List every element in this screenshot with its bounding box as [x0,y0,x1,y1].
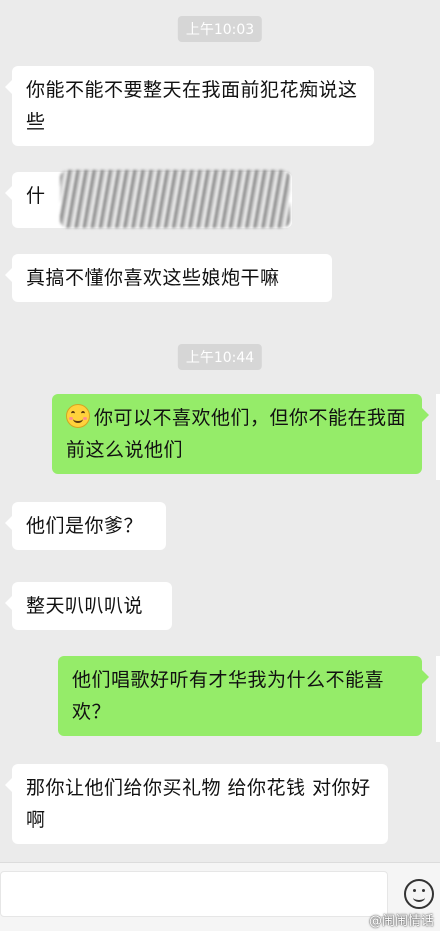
message-text: 他们唱歌好听有才华我为什么不能喜欢？ [72,669,385,723]
message-text: 他们是你爹？ [26,515,144,537]
chat-area[interactable]: 上午10:03 你能不能不要整天在我面前犯花痴说这些 什 真搞不懂你喜欢这些娘炮… [0,0,440,930]
emoji-face-icon[interactable] [404,879,434,909]
message-text: 你可以不喜欢他们，但你不能在我面前这么说他们 [66,407,407,461]
avatar-edge [436,656,440,742]
message-text: 什 [26,185,46,207]
smiley-blush-icon [66,404,90,428]
avatar-edge [436,394,440,480]
message-input[interactable] [0,871,388,917]
message-bubble-incoming[interactable]: 他们是你爹？ [5,502,166,550]
timestamp: 上午10:44 [177,344,263,370]
timestamp: 上午10:03 [177,16,263,42]
message-bubble-incoming[interactable]: 那你让他们给你买礼物 给你花钱 对你好啊 [5,764,388,844]
redaction-scribble [60,170,290,228]
message-text: 真搞不懂你喜欢这些娘炮干嘛 [26,267,280,289]
message-bubble-incoming[interactable]: 整天叭叭叭说 [5,582,172,630]
message-bubble-incoming[interactable]: 你能不能不要整天在我面前犯花痴说这些 [5,66,374,146]
message-bubble-outgoing[interactable]: 你可以不喜欢他们，但你不能在我面前这么说他们 [52,394,429,474]
message-bubble-outgoing[interactable]: 他们唱歌好听有才华我为什么不能喜欢？ [58,656,429,736]
message-text: 那你让他们给你买礼物 给你花钱 对你好啊 [26,777,371,831]
message-text: 你能不能不要整天在我面前犯花痴说这些 [26,79,358,133]
message-text: 整天叭叭叭说 [26,595,144,617]
message-bubble-incoming[interactable]: 真搞不懂你喜欢这些娘炮干嘛 [5,254,332,302]
watermark: @闹闹情话 [368,914,434,929]
